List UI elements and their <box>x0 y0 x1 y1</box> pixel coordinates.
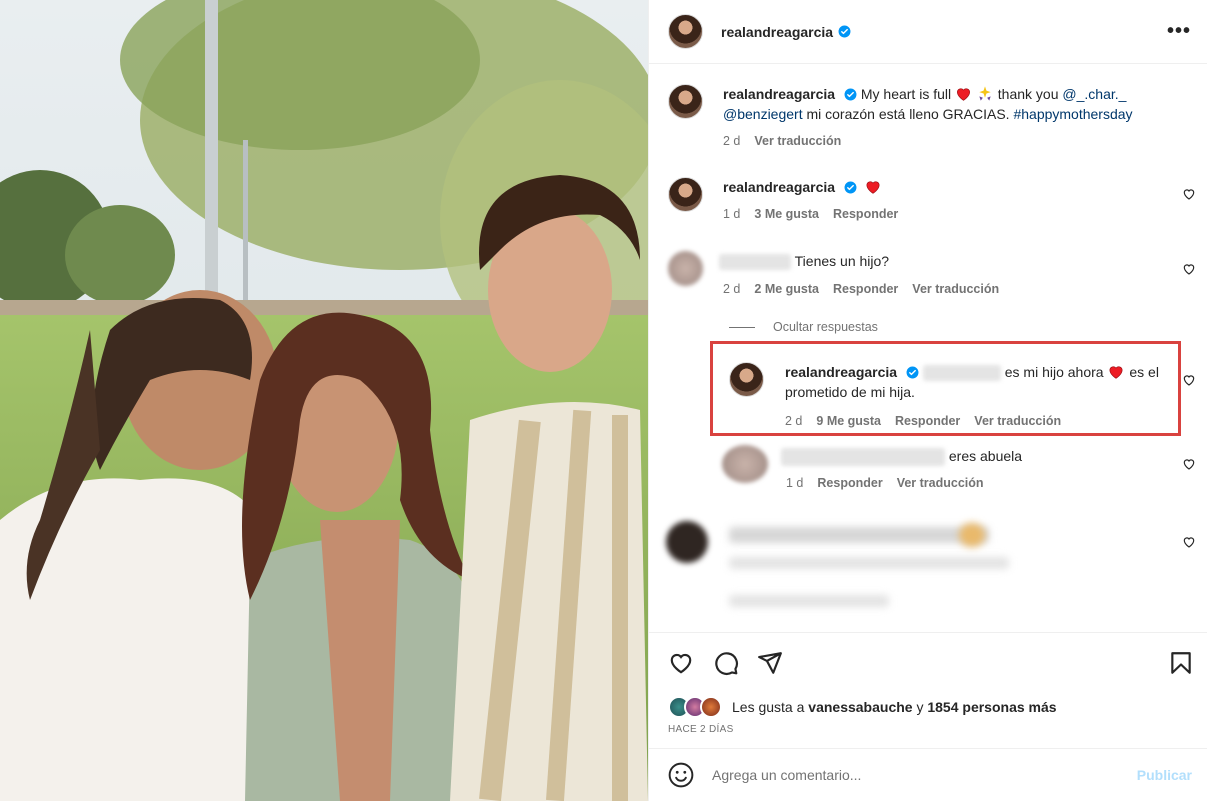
add-comment-bar: Publicar <box>649 748 1207 801</box>
redacted-username <box>719 254 791 271</box>
red-heart-emoji-icon <box>957 88 970 101</box>
redacted-view-replies <box>729 595 889 607</box>
redacted-comment-text <box>729 527 989 543</box>
comment-body: Tienes un hijo? <box>794 253 890 269</box>
photo-illustration <box>0 0 648 801</box>
reply-text: eres abuela <box>781 446 1023 467</box>
publish-button[interactable]: Publicar <box>1137 767 1192 783</box>
like-comment-heart-icon[interactable] <box>1182 187 1196 201</box>
comment-meta: 2 d 2 Me gusta Responder Ver traducción <box>723 282 999 296</box>
sparkle-hands-emoji-icon <box>979 86 991 101</box>
like-comment-heart-icon[interactable] <box>1182 457 1196 471</box>
caption-meta: 2 d Ver traducción <box>723 134 841 148</box>
hashtag-link[interactable]: #happymothersday <box>1013 106 1132 122</box>
like-comment-heart-icon[interactable] <box>1182 262 1196 276</box>
translate-button[interactable]: Ver traducción <box>897 476 984 490</box>
reply-meta: 1 d Responder Ver traducción <box>786 476 984 490</box>
comment-likes[interactable]: 3 Me gusta <box>754 207 819 221</box>
divider-line <box>729 326 755 328</box>
caption-text: realandreagarcia My heart is full thank … <box>723 84 1183 124</box>
comment-bubble-icon[interactable] <box>713 650 739 676</box>
caption-author[interactable]: realandreagarcia <box>723 86 835 102</box>
highlight-box <box>710 341 1181 436</box>
comment-avatar[interactable] <box>668 251 703 286</box>
hide-replies-label: Ocultar respuestas <box>773 320 878 334</box>
comment-time[interactable]: 1 d <box>723 207 740 221</box>
post-sidebar: realandreagarcia ••• realandreagarcia My… <box>648 0 1207 801</box>
like-comment-heart-icon[interactable] <box>1182 373 1196 387</box>
comment-likes[interactable]: 2 Me gusta <box>754 282 819 296</box>
liker-avatar <box>700 696 722 718</box>
reply-time[interactable]: 1 d <box>786 476 803 490</box>
caption-text-b: thank you <box>997 86 1059 102</box>
emoji-picker-icon[interactable] <box>668 762 694 788</box>
reply-avatar[interactable] <box>722 445 768 483</box>
caption-text-c: mi corazón está lleno GRACIAS. <box>806 106 1010 122</box>
comment-text: Tienes un hijo? <box>719 251 889 271</box>
liked-by-user[interactable]: vanessabauche <box>808 699 912 715</box>
reply-button[interactable]: Responder <box>833 207 898 221</box>
liked-by-prefix: Les gusta a <box>732 699 805 715</box>
post-actions: Les gusta a vanessabauche y 1854 persona… <box>649 632 1207 748</box>
author-username[interactable]: realandreagarcia <box>721 24 833 40</box>
reply-button[interactable]: Responder <box>817 476 882 490</box>
translate-button[interactable]: Ver traducción <box>912 282 999 296</box>
liked-by-others[interactable]: 1854 personas más <box>927 699 1056 715</box>
like-comment-heart-icon[interactable] <box>1182 535 1196 549</box>
red-heart-emoji-icon <box>866 181 880 194</box>
liked-by-conjunction: y <box>916 699 924 715</box>
comment-avatar[interactable] <box>668 177 703 212</box>
more-options-button[interactable]: ••• <box>1167 20 1191 43</box>
comment-avatar[interactable] <box>666 521 708 563</box>
liked-by: Les gusta a vanessabauche y 1854 persona… <box>668 696 1057 718</box>
comment-meta: 1 d 3 Me gusta Responder <box>723 207 898 221</box>
redacted-username <box>781 448 945 467</box>
verified-badge-icon <box>844 181 857 194</box>
action-icons <box>668 650 1192 678</box>
post-time-ago[interactable]: HACE 2 DÍAS <box>668 724 734 735</box>
comment-text: realandreagarcia <box>723 177 882 197</box>
save-bookmark-icon[interactable] <box>1168 650 1194 676</box>
caption-avatar[interactable] <box>668 84 703 119</box>
like-heart-icon[interactable] <box>668 650 694 676</box>
mention-link[interactable]: @benziegert <box>723 106 803 122</box>
author-avatar[interactable] <box>668 14 703 49</box>
redacted-emoji <box>959 523 985 547</box>
redacted-comment-meta <box>729 557 1009 569</box>
mention-link[interactable]: @_.char._ <box>1062 86 1126 102</box>
caption-time[interactable]: 2 d <box>723 134 740 148</box>
comment-time[interactable]: 2 d <box>723 282 740 296</box>
reply-body: eres abuela <box>948 448 1023 464</box>
translate-button[interactable]: Ver traducción <box>754 134 841 148</box>
comment-input[interactable] <box>712 767 1137 783</box>
post-photo[interactable] <box>0 0 648 801</box>
reply-button[interactable]: Responder <box>833 282 898 296</box>
verified-badge-icon <box>844 88 857 101</box>
comment-author[interactable]: realandreagarcia <box>723 179 835 195</box>
caption-text-a: My heart is full <box>860 86 952 102</box>
share-send-icon[interactable] <box>757 650 783 676</box>
verified-badge-icon <box>838 25 851 38</box>
liker-avatars[interactable] <box>668 696 726 718</box>
hide-replies-button[interactable]: Ocultar respuestas <box>729 320 878 334</box>
post-header: realandreagarcia ••• <box>649 0 1207 64</box>
comments-list[interactable]: realandreagarcia My heart is full thank … <box>649 65 1207 632</box>
